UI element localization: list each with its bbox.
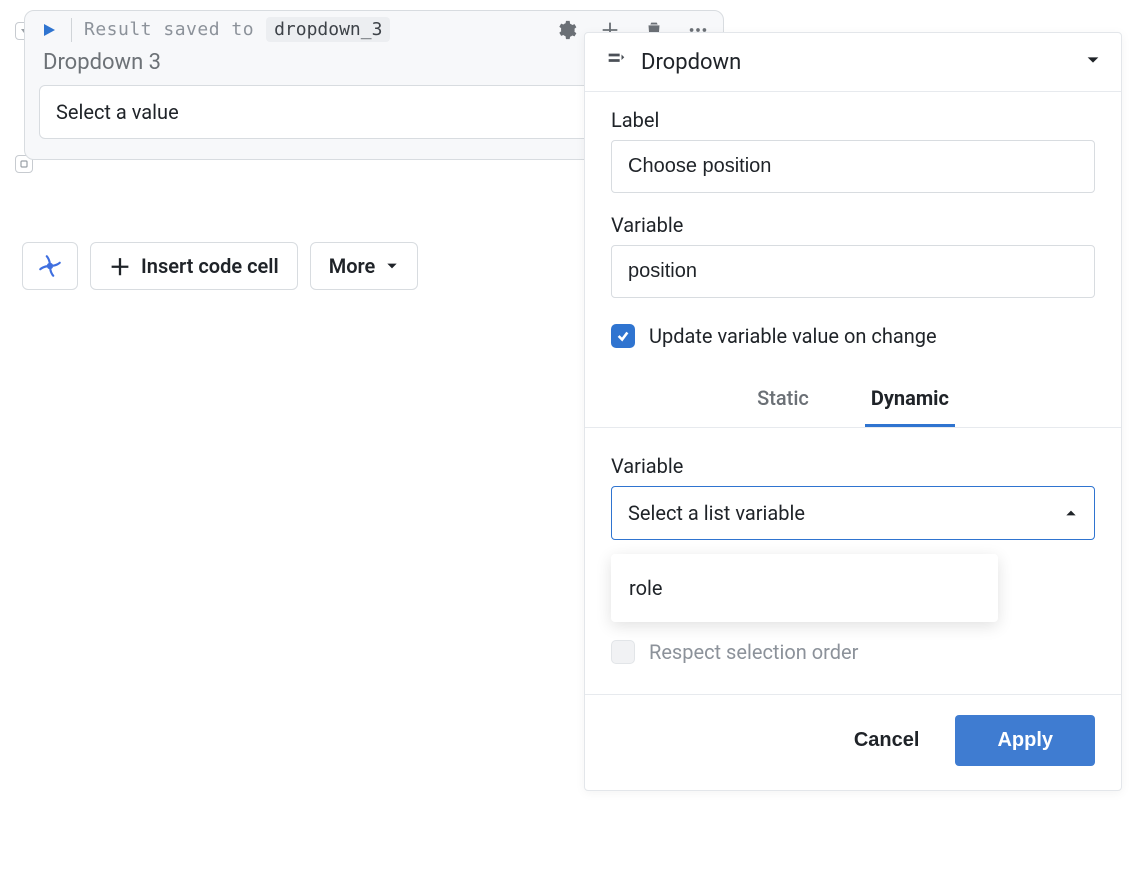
insert-code-label: Insert code cell: [141, 254, 279, 278]
panel-type-label: Dropdown: [641, 50, 741, 75]
panel-header: Dropdown: [585, 33, 1121, 92]
apply-button[interactable]: Apply: [955, 715, 1095, 766]
tab-static[interactable]: Static: [751, 372, 815, 427]
respect-order-label: Respect selection order: [649, 640, 858, 664]
gear-icon[interactable]: [555, 19, 577, 41]
respect-order-checkbox[interactable]: [611, 640, 635, 664]
cancel-button[interactable]: Cancel: [848, 715, 926, 766]
result-label: Result saved to: [84, 19, 254, 40]
list-variable-select[interactable]: Select a list variable: [611, 486, 1095, 540]
variable-input[interactable]: [611, 245, 1095, 298]
respect-order-row[interactable]: Respect selection order: [585, 626, 1121, 674]
panel-footer: Cancel Apply: [585, 694, 1121, 790]
label-field-label: Label: [611, 108, 1095, 132]
list-variable-label: Variable: [611, 454, 1095, 478]
chevron-down-icon: [385, 254, 399, 278]
divider: [71, 18, 72, 42]
insert-code-cell-button[interactable]: ＋ Insert code cell: [90, 242, 298, 290]
panel-type-dropdown[interactable]: [1085, 52, 1101, 72]
chevron-up-icon: [1064, 501, 1078, 525]
list-variable-placeholder: Select a list variable: [628, 501, 805, 525]
update-on-change-row[interactable]: Update variable value on change: [585, 302, 1121, 358]
variable-field-label: Variable: [611, 213, 1095, 237]
update-on-change-checkbox[interactable]: [611, 324, 635, 348]
tab-dynamic[interactable]: Dynamic: [865, 372, 955, 427]
ai-assist-button[interactable]: [22, 242, 78, 290]
result-variable: dropdown_3: [266, 17, 390, 42]
source-tabs: Static Dynamic: [585, 372, 1121, 428]
insert-row: ＋ Insert code cell More: [22, 242, 418, 290]
more-label: More: [329, 254, 376, 278]
dropdown-type-icon: [605, 49, 627, 75]
update-on-change-label: Update variable value on change: [649, 324, 937, 348]
label-input[interactable]: [611, 140, 1095, 193]
settings-panel: Dropdown Label Variable Update variable …: [584, 32, 1122, 791]
plus-icon: ＋: [109, 250, 131, 282]
more-button[interactable]: More: [310, 242, 419, 290]
list-variable-option[interactable]: role: [611, 560, 998, 616]
run-button[interactable]: [39, 20, 59, 40]
list-variable-popup: role: [611, 554, 998, 622]
